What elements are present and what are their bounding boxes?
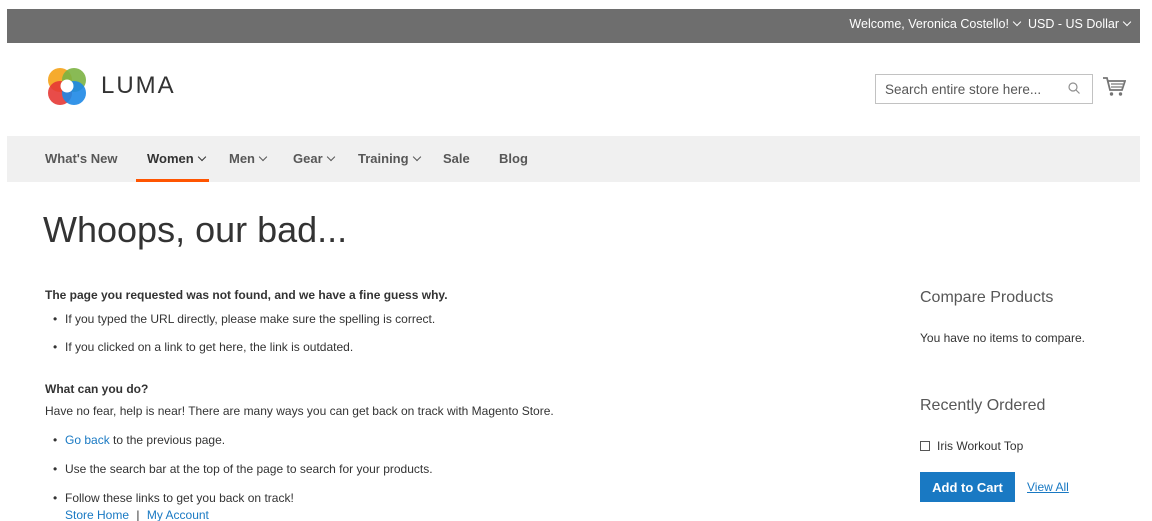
list-item: Go back to the previous page.	[45, 433, 225, 447]
nav-item-men[interactable]: Men	[229, 151, 268, 166]
chevron-down-icon	[1012, 17, 1022, 27]
list-item: If you clicked on a link to get here, th…	[45, 340, 353, 354]
luma-logo[interactable]: LUMA	[45, 64, 176, 108]
welcome-menu[interactable]: Welcome, Veronica Costello!	[849, 17, 1022, 31]
list-item: Follow these links to get you back on tr…	[45, 491, 294, 505]
nav-item-sale[interactable]: Sale	[443, 151, 470, 166]
recent-item-checkbox[interactable]	[920, 441, 930, 451]
go-back-text: to the previous page.	[109, 433, 226, 447]
what-heading: What can you do?	[45, 382, 149, 396]
top-bar: Welcome, Veronica Costello! USD - US Dol…	[7, 9, 1140, 43]
intro-text: The page you requested was not found, an…	[45, 288, 448, 302]
active-nav-indicator	[136, 179, 209, 182]
nav-item-label: Women	[147, 151, 194, 166]
view-all-link[interactable]: View All	[1027, 480, 1069, 494]
store-home-link[interactable]: Store Home	[65, 508, 129, 521]
recent-item-label: Iris Workout Top	[937, 439, 1024, 453]
currency-switcher[interactable]: USD - US Dollar	[1028, 17, 1132, 31]
chevron-down-icon	[326, 152, 335, 162]
cart-icon[interactable]	[1102, 76, 1126, 98]
chevron-down-icon	[412, 152, 421, 162]
what-text: Have no fear, help is near! There are ma…	[45, 404, 554, 418]
page-title: Whoops, our bad...	[43, 209, 348, 250]
main-navigation: What's New Women Men Gear Training Sale …	[7, 136, 1140, 182]
search-icon[interactable]	[1068, 82, 1080, 94]
recently-ordered-title: Recently Ordered	[920, 397, 1046, 414]
nav-item-label: Training	[358, 151, 409, 166]
compare-products-title: Compare Products	[920, 289, 1054, 306]
quick-links: Store Home | My Account	[65, 508, 209, 521]
go-back-link[interactable]: Go back	[65, 433, 110, 447]
nav-item-women[interactable]: Women	[147, 151, 206, 166]
nav-item-training[interactable]: Training	[358, 151, 421, 166]
list-item: If you typed the URL directly, please ma…	[45, 312, 435, 326]
logo-text: LUMA	[101, 72, 176, 99]
currency-text: USD - US Dollar	[1028, 17, 1119, 31]
search-input[interactable]	[876, 75, 1056, 103]
chevron-down-icon	[197, 152, 206, 162]
link-separator: |	[136, 508, 140, 521]
welcome-text: Welcome, Veronica Costello!	[849, 17, 1009, 31]
nav-item-gear[interactable]: Gear	[293, 151, 335, 166]
my-account-link[interactable]: My Account	[147, 508, 209, 521]
nav-item-label: Men	[229, 151, 255, 166]
chevron-down-icon	[1122, 17, 1132, 27]
nav-item-whats-new[interactable]: What's New	[45, 151, 117, 166]
list-item: Use the search bar at the top of the pag…	[45, 462, 433, 476]
add-to-cart-button[interactable]: Add to Cart	[920, 472, 1015, 502]
nav-item-blog[interactable]: Blog	[499, 151, 528, 166]
compare-empty-text: You have no items to compare.	[920, 331, 1085, 345]
chevron-down-icon	[258, 152, 268, 162]
search-box	[875, 74, 1093, 104]
logo-icon	[48, 68, 86, 105]
nav-item-label: Gear	[293, 151, 323, 166]
